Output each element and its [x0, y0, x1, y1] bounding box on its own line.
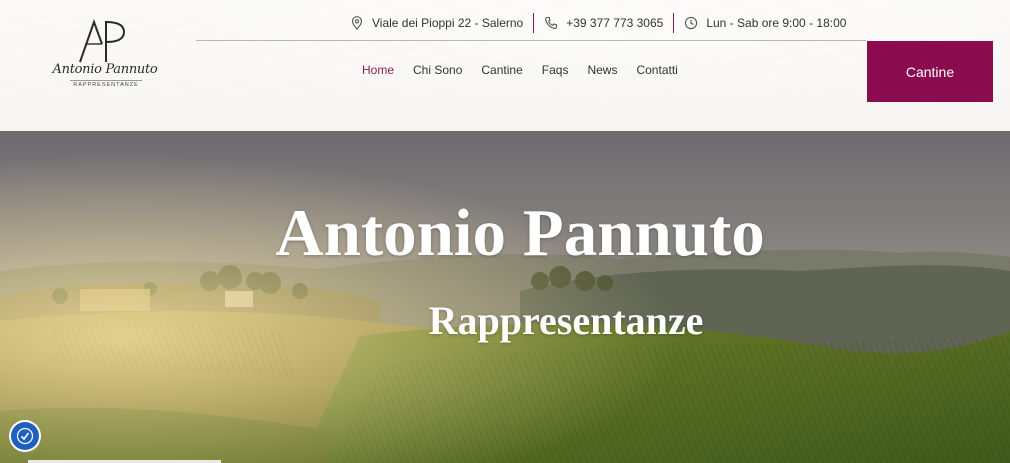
nav-item-contatti[interactable]: Contatti: [636, 63, 677, 77]
hours-text: Lun - Sab ore 9:00 - 18:00: [706, 16, 847, 30]
logo-tagline: RAPPRESENTANZE: [70, 80, 142, 88]
site-logo[interactable]: Antonio Pannuto RAPPRESENTANZE: [52, 18, 162, 90]
logo-name: Antonio Pannuto: [52, 62, 158, 77]
phone-text: +39 377 773 3065: [566, 16, 664, 30]
header-divider: [196, 40, 866, 41]
nav-item-home[interactable]: Home: [362, 63, 394, 77]
cantine-button[interactable]: Cantine: [867, 41, 993, 102]
site-header: Antonio Pannuto RAPPRESENTANZE Viale dei…: [0, 0, 1010, 131]
main-nav: Home Chi Sono Cantine Faqs News Contatti: [362, 63, 697, 77]
divider: [673, 13, 675, 33]
divider: [533, 13, 535, 33]
hours-info: Lun - Sab ore 9:00 - 18:00: [684, 12, 846, 34]
hero-section: Antonio Pannuto Rappresentanze: [0, 131, 1010, 463]
nav-item-cantine[interactable]: Cantine: [481, 63, 522, 77]
address-info: Viale dei Pioppi 22 - Salerno: [350, 12, 523, 34]
contact-info-bar: Viale dei Pioppi 22 - Salerno +39 377 77…: [350, 12, 846, 34]
hero-title: Antonio Pannuto: [275, 196, 765, 270]
accessibility-button[interactable]: [11, 422, 39, 450]
nav-item-chi-sono[interactable]: Chi Sono: [413, 63, 462, 77]
phone-info[interactable]: +39 377 773 3065: [544, 12, 663, 34]
location-pin-icon: [351, 16, 363, 30]
address-text: Viale dei Pioppi 22 - Salerno: [372, 16, 524, 30]
clock-icon: [685, 16, 698, 30]
phone-icon: [545, 16, 558, 29]
accessibility-icon: [16, 427, 34, 445]
nav-item-faqs[interactable]: Faqs: [542, 63, 569, 77]
hero-subtitle: Rappresentanze: [428, 298, 704, 343]
nav-item-news[interactable]: News: [587, 63, 617, 77]
monogram-logo-icon: [79, 19, 126, 63]
